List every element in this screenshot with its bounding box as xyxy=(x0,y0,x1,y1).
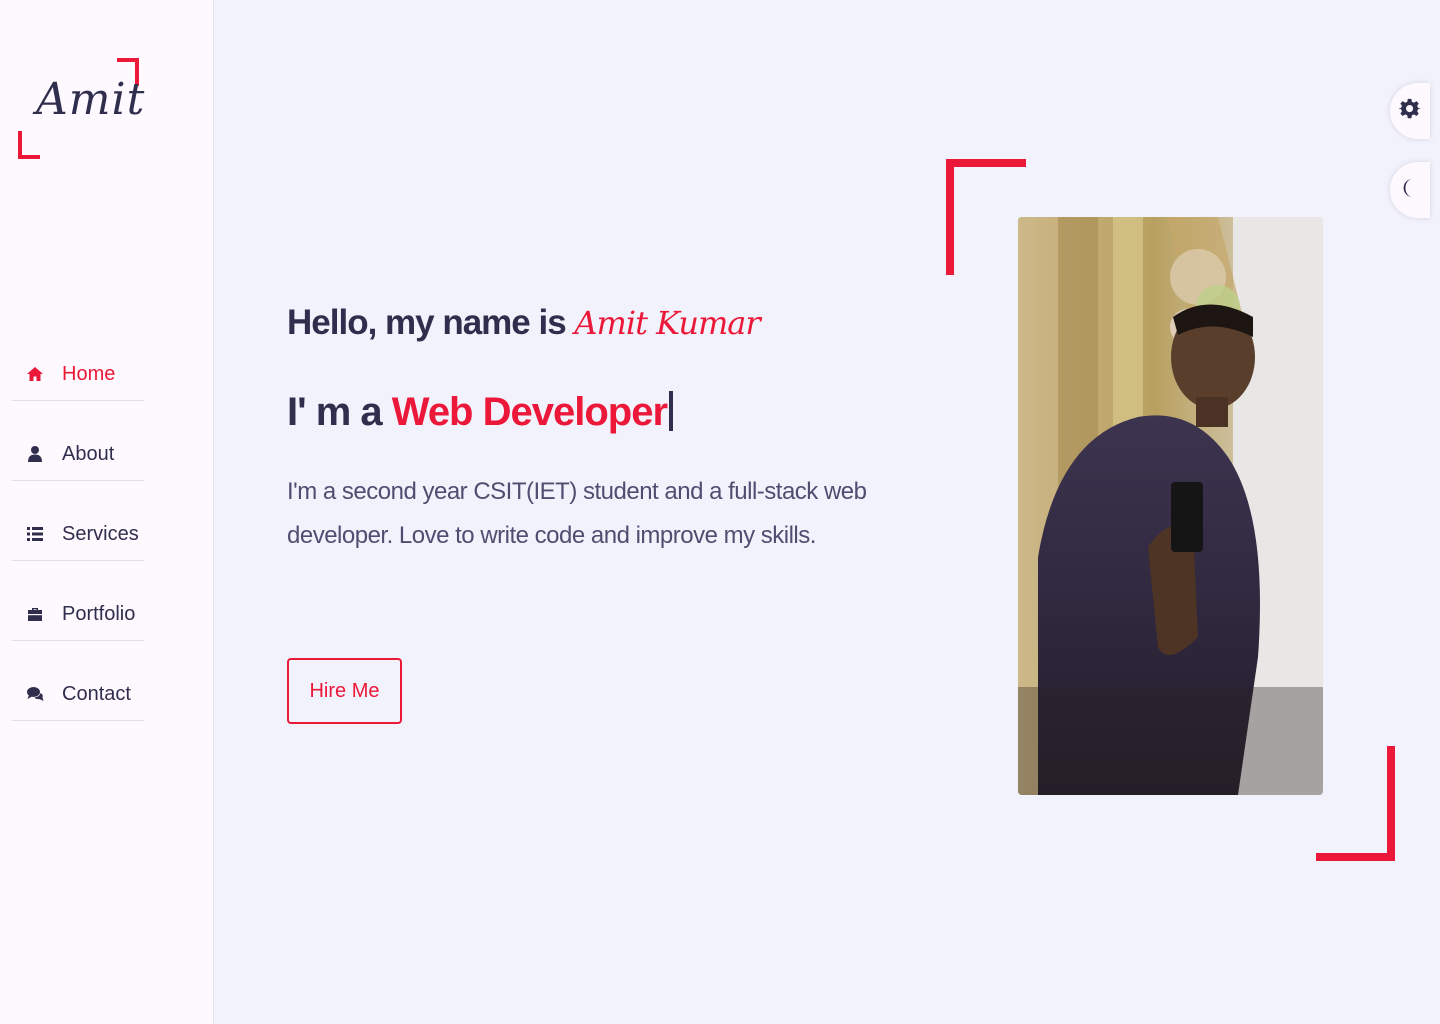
gear-icon xyxy=(1398,98,1421,125)
settings-button[interactable] xyxy=(1390,83,1430,139)
nav-item-label: About xyxy=(62,442,115,465)
logo[interactable]: Amit xyxy=(18,58,144,159)
photo-frame-corner-bottom-right xyxy=(1316,746,1395,861)
list-icon xyxy=(26,525,44,543)
main-nav: Home About Services Portfolio Contact xyxy=(12,348,144,748)
briefcase-icon xyxy=(26,605,44,623)
profile-photo xyxy=(1018,217,1323,795)
greeting-text: Hello, my name is xyxy=(287,303,575,342)
home-icon xyxy=(26,365,44,383)
nav-item-home[interactable]: Home xyxy=(12,348,144,401)
nav-item-services[interactable]: Services xyxy=(12,508,144,561)
nav-item-portfolio[interactable]: Portfolio xyxy=(12,588,144,641)
nav-item-about[interactable]: About xyxy=(12,428,144,481)
role-prefix: I' m a xyxy=(287,390,392,434)
nav-item-label: Contact xyxy=(62,682,131,705)
nav-item-label: Services xyxy=(62,522,139,545)
hero-name: Amit Kumar xyxy=(574,304,760,342)
hero-description: I'm a second year CSIT(IET) student and … xyxy=(287,478,867,549)
user-icon xyxy=(26,445,44,463)
role-typed: Web Developer xyxy=(391,390,668,434)
moon-icon xyxy=(1399,177,1421,204)
nav-item-label: Portfolio xyxy=(62,602,136,625)
hero-greeting: Hello, my name is Amit Kumar xyxy=(287,303,761,343)
chat-icon xyxy=(26,685,44,703)
hire-me-button[interactable]: Hire Me xyxy=(287,658,402,724)
theme-toggle-button[interactable] xyxy=(1390,162,1430,218)
nav-item-contact[interactable]: Contact xyxy=(12,668,144,721)
logo-text: Amit xyxy=(36,74,146,125)
typing-cursor xyxy=(669,391,674,431)
nav-item-label: Home xyxy=(62,362,116,385)
logo-corner-bottom-left xyxy=(18,131,40,159)
sidebar: Amit Home About Services Portfolio Conta… xyxy=(0,0,214,1024)
hero-role: I' m a Web Developer xyxy=(287,390,674,435)
photo-frame-corner-top-left xyxy=(946,159,1026,275)
